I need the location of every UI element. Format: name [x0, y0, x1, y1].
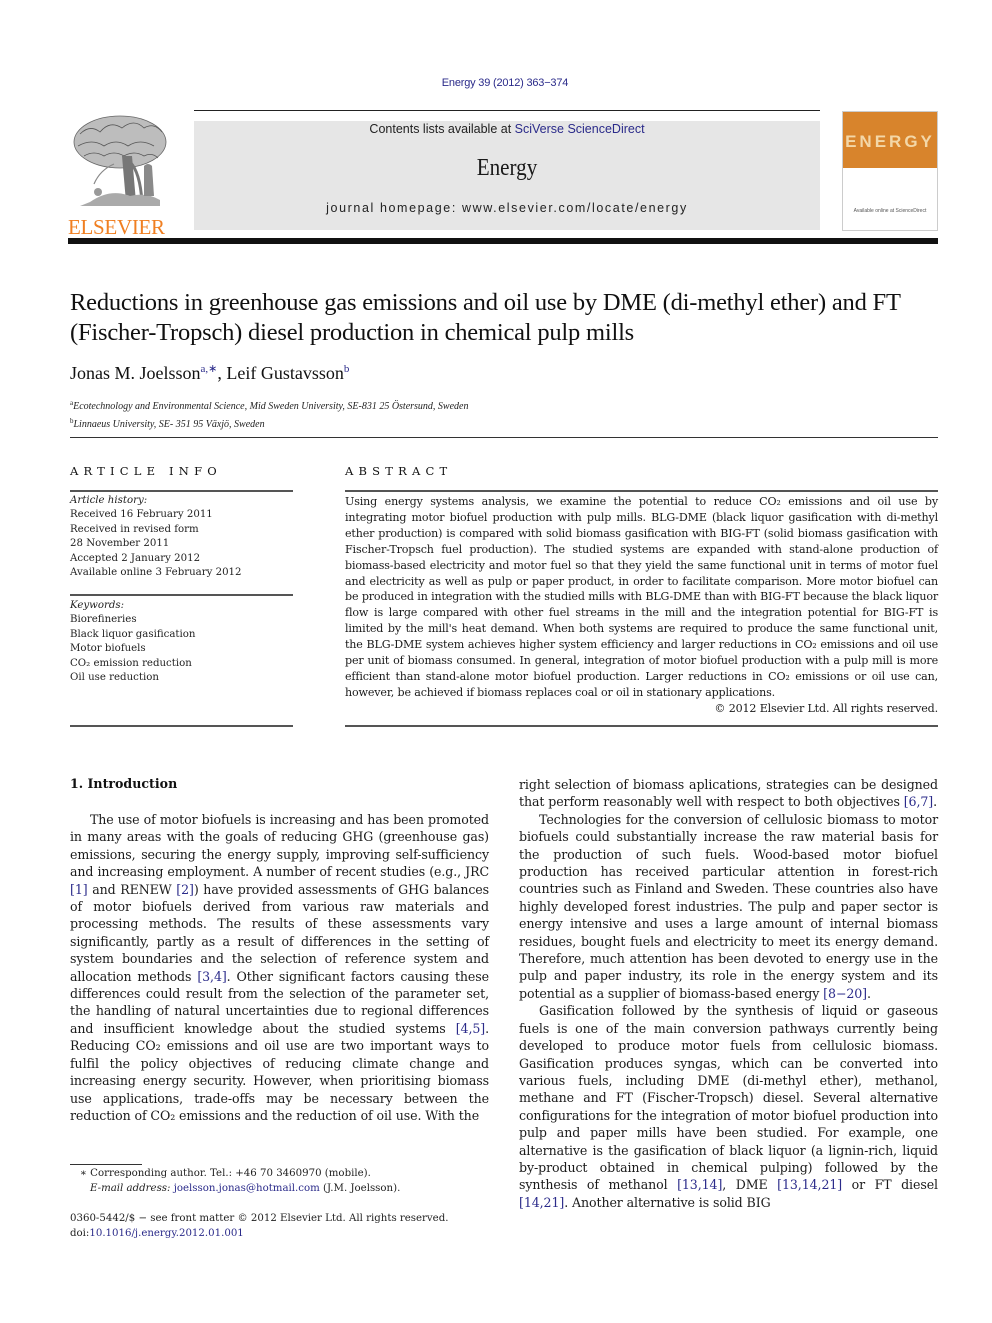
affiliation-item: bLinnaeus University, SE- 351 95 Växjö, …	[70, 414, 468, 432]
sciencedirect-link[interactable]: SciVerse ScienceDirect	[515, 122, 645, 136]
keywords-rule	[70, 594, 293, 596]
author-affil-mark[interactable]: b	[344, 363, 350, 375]
keywords-label: Keywords:	[70, 600, 125, 611]
email-line: E-mail address: joelsson.jonas@hotmail.c…	[80, 1181, 400, 1196]
keyword-item: CO₂ emission reduction	[70, 657, 192, 669]
history-item: Received in revised form	[70, 523, 199, 535]
body-column-right: right selection of biomass aplications, …	[519, 776, 938, 1211]
reference-link[interactable]: [4,5]	[456, 1021, 485, 1036]
email-link[interactable]: joelsson.jonas@hotmail.com	[174, 1183, 320, 1194]
section-heading-introduction: 1. Introduction	[70, 776, 178, 791]
affiliation-text: Ecotechnology and Environmental Science,…	[73, 401, 469, 412]
abstract-rule	[345, 490, 938, 492]
elsevier-tree-icon	[73, 115, 167, 206]
journal-name: Energy	[476, 155, 538, 181]
doi-link[interactable]: 10.1016/j.energy.2012.01.001	[89, 1228, 243, 1239]
body-text: Gasification followed by the synthesis o…	[519, 1003, 938, 1193]
body-column-left: The use of motor biofuels is increasing …	[70, 811, 489, 1124]
journal-citation-link[interactable]: Energy 39 (2012) 363−374	[0, 77, 992, 89]
author-affil-mark[interactable]: a,∗	[201, 363, 218, 375]
affiliation-item: aEcotechnology and Environmental Science…	[70, 396, 468, 414]
reference-link[interactable]: [6,7]	[904, 794, 933, 809]
article-info-rule	[70, 490, 293, 492]
abstract-copyright: © 2012 Elsevier Ltd. All rights reserved…	[714, 701, 938, 715]
contents-line: Contents lists available at SciVerse Sci…	[194, 122, 820, 136]
corresponding-author-footnote: ∗ Corresponding author. Tel.: +46 70 346…	[80, 1166, 400, 1196]
reference-link[interactable]: [13,14,21]	[777, 1177, 842, 1192]
author-name[interactable]: Jonas M. Joelsson	[70, 363, 201, 383]
body-text: , DME	[722, 1177, 778, 1193]
header-thick-rule	[68, 238, 938, 244]
body-text: . Reducing CO₂ emissions and oil use are…	[70, 1020, 489, 1123]
keywords: Keywords: Biorefineries Black liquor gas…	[70, 599, 195, 685]
body-text: right selection of biomass aplications, …	[519, 777, 938, 810]
history-item: 28 November 2011	[70, 538, 170, 550]
body-paragraph: Technologies for the conversion of cellu…	[519, 811, 938, 1002]
history-label: Article history:	[70, 495, 148, 506]
journal-cover-thumbnail[interactable]: ENERGY Available online at ScienceDirect	[842, 111, 938, 231]
history-item: Available online 3 February 2012	[70, 567, 242, 579]
journal-homepage-link[interactable]: journal homepage: www.elsevier.com/locat…	[194, 201, 820, 215]
cover-footer: Available online at ScienceDirect	[853, 208, 927, 214]
email-label: E-mail address:	[90, 1183, 174, 1194]
body-paragraph: Gasification followed by the synthesis o…	[519, 1002, 938, 1211]
body-paragraph: right selection of biomass aplications, …	[519, 776, 938, 811]
reference-link[interactable]: [13,14]	[677, 1177, 722, 1192]
keyword-item: Black liquor gasification	[70, 628, 196, 640]
footnote-rule	[70, 1164, 142, 1165]
abstract-body: Using energy systems analysis, we examin…	[345, 494, 938, 717]
contents-prefix: Contents lists available at	[369, 122, 515, 136]
reference-link[interactable]: [3,4]	[197, 969, 226, 984]
doi-label: doi:	[70, 1227, 90, 1239]
corresponding-author-note: ∗ Corresponding author. Tel.: +46 70 346…	[80, 1168, 371, 1179]
body-text: .	[866, 985, 871, 1001]
history-item: Received 16 February 2011	[70, 509, 213, 521]
email-suffix: (J.M. Joelsson).	[319, 1183, 401, 1194]
affiliations: aEcotechnology and Environmental Science…	[70, 396, 468, 432]
body-paragraph: The use of motor biofuels is increasing …	[70, 811, 489, 1124]
elsevier-logo[interactable]: ELSEVIER	[68, 112, 172, 238]
body-text: Technologies for the conversion of cellu…	[519, 811, 938, 1001]
keyword-item: Biorefineries	[70, 614, 137, 626]
abstract-text: Using energy systems analysis, we examin…	[345, 495, 938, 699]
cover-orange-panel: ENERGY	[843, 112, 937, 168]
reference-link[interactable]: [2]	[176, 882, 194, 897]
body-text: . Another alternative is solid BIG	[564, 1194, 771, 1210]
body-text: or FT diesel	[842, 1177, 938, 1193]
journal-banner: Contents lists available at SciVerse Sci…	[194, 121, 820, 230]
article-info-bottom-rule	[70, 725, 293, 727]
title-divider	[70, 437, 938, 438]
reference-link[interactable]: [8−20]	[823, 986, 867, 1001]
keyword-item: Oil use reduction	[70, 672, 159, 684]
article-info-heading: ARTICLE INFO	[70, 464, 222, 478]
cover-title: ENERGY	[845, 132, 935, 151]
affiliation-text: Linnaeus University, SE- 351 95 Växjö, S…	[73, 419, 265, 430]
keyword-item: Motor biofuels	[70, 643, 146, 655]
elsevier-wordmark: ELSEVIER	[68, 215, 165, 239]
author-list: Jonas M. Joelssona,∗, Leif Gustavssonb	[70, 362, 349, 384]
issn-line: 0360-5442/$ − see front matter © 2012 El…	[70, 1213, 449, 1224]
body-text: .	[933, 794, 937, 810]
history-item: Accepted 2 January 2012	[70, 552, 201, 564]
abstract-heading: ABSTRACT	[345, 464, 453, 478]
abstract-bottom-rule	[345, 725, 938, 727]
header-top-rule	[194, 110, 820, 111]
body-text: and RENEW	[87, 881, 177, 897]
front-matter: 0360-5442/$ − see front matter © 2012 El…	[70, 1212, 448, 1241]
body-text: The use of motor biofuels is increasing …	[70, 812, 489, 880]
doi-line: doi:10.1016/j.energy.2012.01.001	[70, 1227, 448, 1242]
reference-link[interactable]: [14,21]	[519, 1195, 564, 1210]
reference-link[interactable]: [1]	[70, 882, 88, 897]
article-title: Reductions in greenhouse gas emissions a…	[70, 289, 901, 346]
article-history: Article history: Received 16 February 20…	[70, 494, 242, 580]
author-name[interactable]: Leif Gustavsson	[226, 363, 343, 383]
